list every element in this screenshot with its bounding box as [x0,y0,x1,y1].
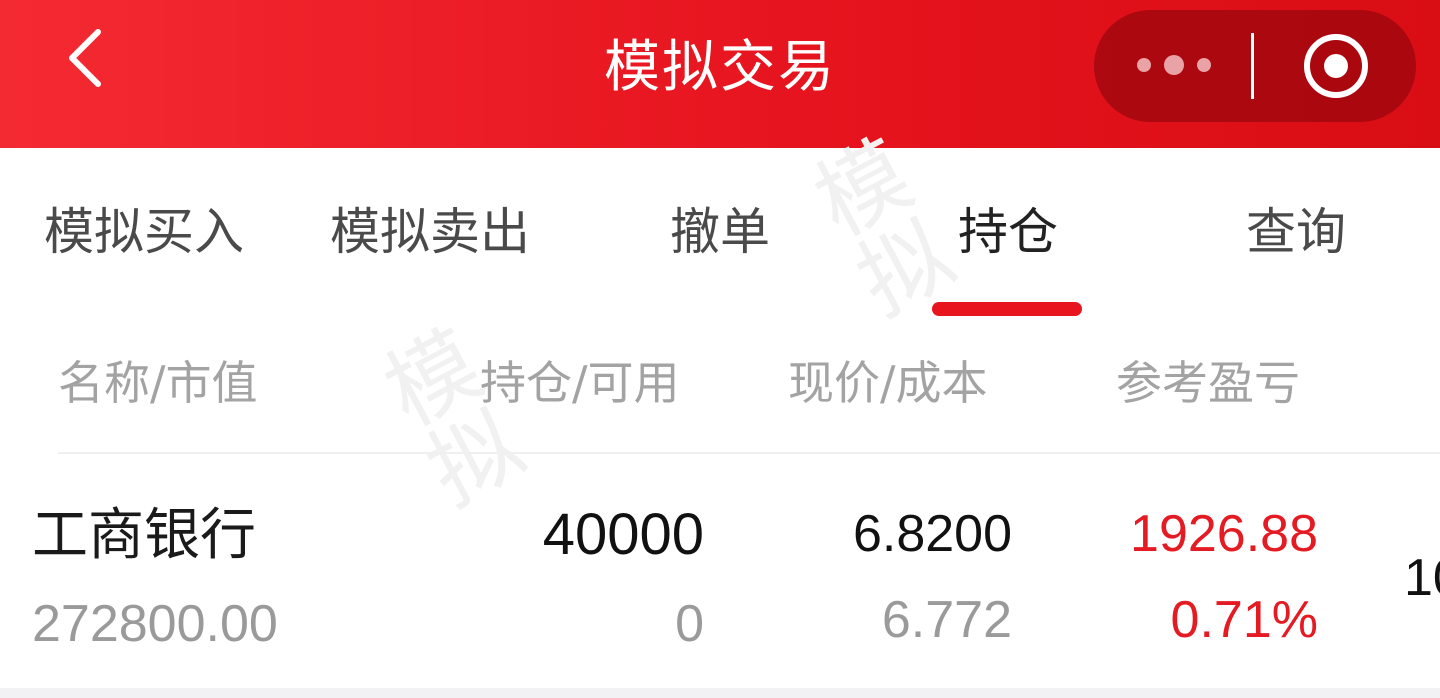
profit-loss-percent: 0.71% [1170,591,1318,649]
more-menu-button[interactable] [1094,10,1254,122]
overflow-column-value: 10 [1404,549,1440,607]
column-header-name-value: 名称/市值 [58,356,258,410]
page-title: 模拟交易 [604,35,836,100]
profit-loss-amount: 1926.88 [1130,505,1318,563]
column-header-price-cost: 现价/成本 [788,356,988,410]
tab-simulated-sell[interactable]: 模拟卖出 [330,202,530,262]
tab-query[interactable]: 查询 [1246,202,1346,262]
mini-program-capsule [1094,10,1416,122]
close-miniprogram-button[interactable] [1264,10,1416,122]
nav-header: 模拟交易 [0,0,1440,148]
column-header-hold-available: 持仓/可用 [480,356,680,410]
tab-positions[interactable]: 持仓 [958,202,1058,262]
chevron-left-icon [52,22,124,94]
column-header-profit-loss: 参考盈亏 [1116,356,1300,410]
holding-quantity: 40000 [542,502,704,567]
bottom-separator [0,688,1440,698]
tab-simulated-buy[interactable]: 模拟买入 [44,202,244,262]
capsule-divider [1251,33,1254,99]
tab-cancel-order[interactable]: 撤单 [670,202,770,262]
available-quantity: 0 [675,595,704,653]
current-price: 6.8200 [852,505,1012,563]
back-button[interactable] [52,22,124,94]
more-dots-icon [1137,55,1211,75]
target-circle-icon [1304,34,1368,98]
tab-bar: 模拟买入 模拟卖出 撤单 持仓 查询 [0,148,1440,318]
table-row[interactable]: 工商银行 272800.00 40000 0 6.8200 6.772 1926… [0,454,1440,690]
active-tab-indicator [932,302,1082,316]
stock-name: 工商银行 [32,503,256,568]
market-value: 272800.00 [32,595,278,653]
cost-price: 6.772 [881,591,1012,649]
